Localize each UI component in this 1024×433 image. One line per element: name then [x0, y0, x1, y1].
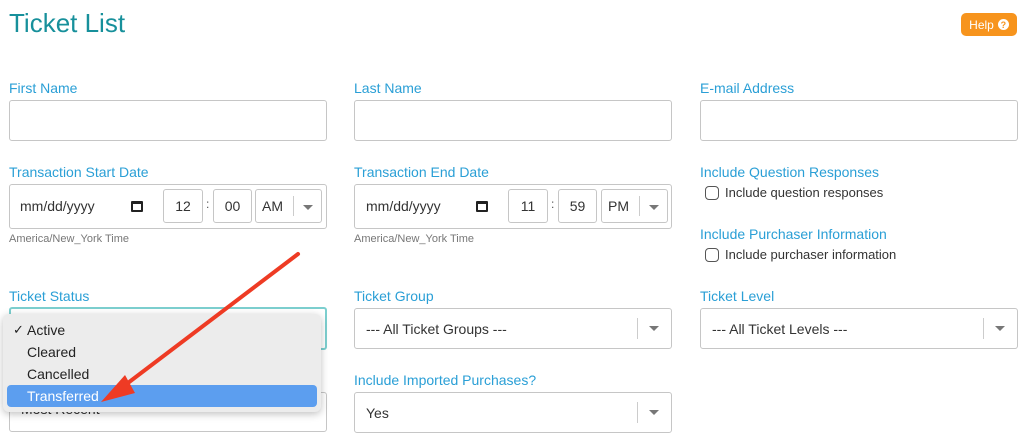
ticket-level-select[interactable]: --- All Ticket Levels ---	[700, 308, 1018, 349]
help-button[interactable]: Help ?	[961, 13, 1017, 36]
first-name-field[interactable]	[9, 100, 327, 141]
end-ampm-value: PM	[608, 198, 629, 214]
start-ampm-select[interactable]: AM	[255, 189, 322, 223]
chevron-down-icon	[649, 205, 659, 210]
status-option-label: Transferred	[27, 388, 99, 404]
end-minute-input[interactable]: 59	[558, 189, 597, 223]
imported-purchases-select[interactable]: Yes	[354, 392, 672, 433]
calendar-icon[interactable]	[131, 201, 143, 212]
imported-purchases-value: Yes	[366, 404, 389, 421]
question-responses-checkbox-label: Include question responses	[725, 185, 884, 200]
question-responses-label: Include Question Responses	[700, 164, 879, 180]
start-minute-input[interactable]: 00	[213, 189, 252, 223]
divider	[637, 402, 638, 423]
divider	[637, 318, 638, 339]
time-separator: :	[551, 197, 555, 211]
question-responses-checkbox-row[interactable]: Include question responses	[705, 185, 883, 200]
start-timezone-note: America/New_York Time	[9, 233, 130, 245]
chevron-down-icon	[649, 326, 659, 331]
purchaser-info-label: Include Purchaser Information	[700, 226, 887, 242]
ticket-status-label: Ticket Status	[9, 288, 90, 304]
transaction-start-date-input[interactable]: mm/dd/yyyy	[20, 198, 95, 214]
status-option-label: Cleared	[27, 344, 77, 360]
chevron-down-icon	[649, 410, 659, 415]
status-option-cleared[interactable]: Cleared	[7, 341, 317, 363]
ticket-group-select[interactable]: --- All Ticket Groups ---	[354, 308, 672, 349]
transaction-end-label: Transaction End Date	[354, 164, 489, 180]
divider	[639, 196, 640, 216]
status-option-active[interactable]: ✓ Active	[7, 319, 317, 341]
status-option-label: Cancelled	[27, 366, 90, 382]
start-hour-input[interactable]: 12	[163, 189, 203, 223]
email-label: E-mail Address	[700, 80, 795, 96]
question-circle-icon: ?	[997, 19, 1009, 30]
chevron-down-icon	[995, 326, 1005, 331]
ticket-level-label: Ticket Level	[700, 288, 775, 304]
transaction-end-date-input[interactable]: mm/dd/yyyy	[366, 198, 441, 214]
ticket-group-label: Ticket Group	[354, 288, 434, 304]
end-hour-input[interactable]: 11	[508, 189, 548, 223]
imported-purchases-label: Include Imported Purchases?	[354, 372, 537, 388]
divider	[293, 196, 294, 216]
last-name-label: Last Name	[354, 80, 422, 96]
ticket-group-value: --- All Ticket Groups ---	[366, 320, 507, 337]
page-title: Ticket List	[9, 8, 126, 38]
status-option-transferred[interactable]: Transferred	[7, 385, 317, 407]
purchaser-info-checkbox[interactable]	[705, 247, 719, 262]
help-label: Help	[969, 17, 994, 32]
calendar-icon[interactable]	[476, 201, 488, 212]
transaction-start-label: Transaction Start Date	[9, 164, 149, 180]
status-option-cancelled[interactable]: Cancelled	[7, 363, 317, 385]
end-ampm-select[interactable]: PM	[601, 189, 668, 223]
question-responses-checkbox[interactable]	[705, 185, 719, 200]
divider	[983, 318, 984, 339]
ticket-status-dropdown: ✓ Active Cleared Cancelled Transferred	[3, 314, 321, 412]
purchaser-info-checkbox-label: Include purchaser information	[725, 247, 897, 262]
ticket-level-value: --- All Ticket Levels ---	[712, 320, 848, 337]
checkmark-icon: ✓	[13, 322, 24, 337]
time-separator: :	[206, 197, 210, 211]
status-option-label: Active	[27, 322, 66, 338]
email-field[interactable]	[700, 100, 1018, 141]
chevron-down-icon	[303, 205, 313, 210]
first-name-label: First Name	[9, 80, 78, 96]
end-timezone-note: America/New_York Time	[354, 233, 475, 245]
purchaser-info-checkbox-row[interactable]: Include purchaser information	[705, 247, 896, 262]
start-ampm-value: AM	[262, 198, 283, 214]
last-name-field[interactable]	[354, 100, 672, 141]
